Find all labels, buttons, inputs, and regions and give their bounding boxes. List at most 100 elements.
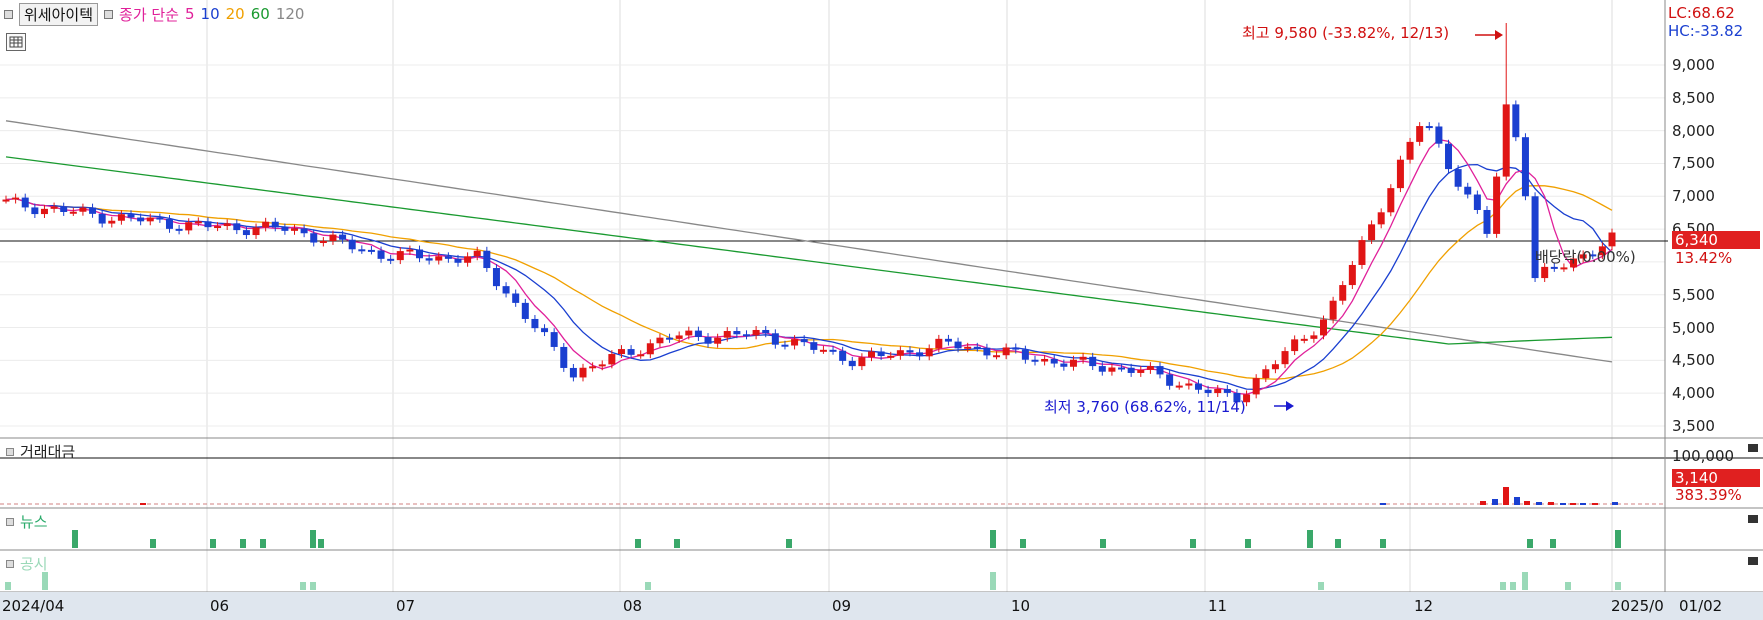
candle-body bbox=[1608, 232, 1616, 247]
volume-bar bbox=[1514, 497, 1520, 505]
news-bar bbox=[318, 539, 324, 548]
news-bar bbox=[1550, 539, 1556, 548]
price-axis-tick: 3,500 bbox=[1672, 417, 1715, 435]
candle-body bbox=[117, 214, 125, 221]
candle-body bbox=[1271, 364, 1279, 370]
volume-bar bbox=[1592, 503, 1598, 505]
candle-body bbox=[1368, 224, 1376, 241]
news-bar bbox=[1100, 539, 1106, 548]
candle-body bbox=[1425, 126, 1433, 129]
volume-title-text: 거래대금 bbox=[20, 443, 76, 461]
candle-body bbox=[262, 221, 270, 228]
ma-period-20: 20 bbox=[225, 5, 245, 23]
candle-body bbox=[1541, 266, 1549, 279]
candle-body bbox=[810, 342, 818, 350]
news-bar bbox=[786, 539, 792, 548]
price-axis-tick: 8,500 bbox=[1672, 88, 1715, 107]
candle-body bbox=[983, 347, 991, 356]
candle-body bbox=[1454, 169, 1462, 187]
candle-body bbox=[1204, 389, 1212, 394]
candle-body bbox=[329, 234, 337, 241]
candle-body bbox=[944, 338, 952, 342]
candle-body bbox=[723, 331, 731, 338]
candle-body bbox=[223, 223, 231, 227]
volume-bar bbox=[1612, 502, 1618, 505]
news-bar bbox=[1307, 530, 1313, 548]
candle-body bbox=[137, 217, 145, 222]
candle-body bbox=[502, 286, 510, 294]
candle-body bbox=[637, 354, 645, 357]
candle-body bbox=[387, 258, 395, 261]
candle-body bbox=[358, 249, 366, 252]
candle-body bbox=[31, 207, 39, 215]
x-label-07: 07 bbox=[396, 597, 416, 615]
candle-body bbox=[1252, 378, 1260, 395]
price-axis-tick: 5,000 bbox=[1672, 318, 1715, 337]
volume-panel-button[interactable] bbox=[1748, 444, 1758, 452]
candle-body bbox=[435, 256, 443, 261]
news-bar bbox=[674, 539, 680, 548]
candle-body bbox=[550, 332, 558, 347]
candle-body bbox=[521, 302, 529, 319]
candle-body bbox=[1502, 104, 1510, 177]
x-label-2024-04: 2024/04 bbox=[2, 597, 65, 615]
current-price-box: 6,340 bbox=[1672, 231, 1760, 249]
price-change: 13.42% bbox=[1675, 249, 1733, 267]
candle-body bbox=[1377, 212, 1385, 225]
candle-body bbox=[1550, 266, 1558, 269]
candle-body bbox=[877, 351, 885, 357]
price-axis-tick: 7,000 bbox=[1672, 187, 1715, 206]
x-axis-band bbox=[0, 592, 1763, 620]
ma-label: 종가 단순 bbox=[119, 5, 179, 24]
candle-body bbox=[579, 367, 587, 378]
disclosure-panel-button[interactable] bbox=[1748, 557, 1758, 565]
candle-body bbox=[1464, 186, 1472, 195]
volume-axis-tick: 100,000 bbox=[1672, 447, 1735, 465]
candle-body bbox=[127, 214, 135, 218]
table-icon[interactable] bbox=[6, 33, 26, 51]
price-axis-tick: 7,500 bbox=[1672, 154, 1715, 173]
volume-bar bbox=[140, 503, 146, 505]
candle-body bbox=[146, 217, 154, 222]
candle-body bbox=[925, 348, 933, 357]
stock-chart[interactable] bbox=[0, 0, 1763, 620]
candle-body bbox=[319, 240, 327, 243]
disclosure-panel-title: 공시 bbox=[6, 553, 48, 574]
candle-body bbox=[954, 341, 962, 349]
volume-toggle-icon[interactable] bbox=[6, 447, 14, 456]
price-axis-tick: 5,500 bbox=[1672, 285, 1715, 304]
ex-dividend-label: 배당락(0.00%) bbox=[1535, 248, 1636, 266]
candle-body bbox=[1300, 338, 1308, 341]
candle-body bbox=[214, 226, 222, 229]
stock-name[interactable]: 위세아이텍 bbox=[19, 2, 99, 26]
panel-toggle-icon[interactable] bbox=[4, 9, 13, 19]
x-label-11: 11 bbox=[1208, 597, 1228, 615]
chart-header: 위세아이텍 종가 단순 5 10 20 60 120 bbox=[4, 2, 304, 26]
price-axis-tick: 8,000 bbox=[1672, 121, 1715, 140]
candle-body bbox=[40, 208, 48, 215]
x-label-06: 06 bbox=[210, 597, 230, 615]
disclosure-toggle-icon[interactable] bbox=[6, 559, 14, 568]
candle-body bbox=[1445, 143, 1453, 170]
news-bar bbox=[1245, 539, 1251, 548]
volume-bar bbox=[1560, 503, 1566, 505]
candle-body bbox=[425, 258, 433, 261]
ma-toggle-icon[interactable] bbox=[104, 9, 114, 19]
news-bar bbox=[260, 539, 266, 548]
candle-body bbox=[829, 349, 837, 352]
candle-body bbox=[60, 206, 68, 212]
volume-bar bbox=[1580, 503, 1586, 505]
news-panel-button[interactable] bbox=[1748, 515, 1758, 523]
candle-body bbox=[1512, 104, 1520, 138]
news-toggle-icon[interactable] bbox=[6, 517, 14, 526]
volume-bar bbox=[1548, 502, 1554, 505]
candle-body bbox=[175, 228, 183, 231]
candle-body bbox=[242, 230, 250, 236]
candle-body bbox=[1118, 367, 1126, 370]
candle-body bbox=[685, 330, 693, 336]
disclosure-bar bbox=[300, 582, 306, 590]
volume-bar bbox=[1570, 503, 1576, 505]
candle-body bbox=[367, 249, 375, 252]
candle-body bbox=[1358, 240, 1366, 265]
candle-body bbox=[675, 335, 683, 339]
